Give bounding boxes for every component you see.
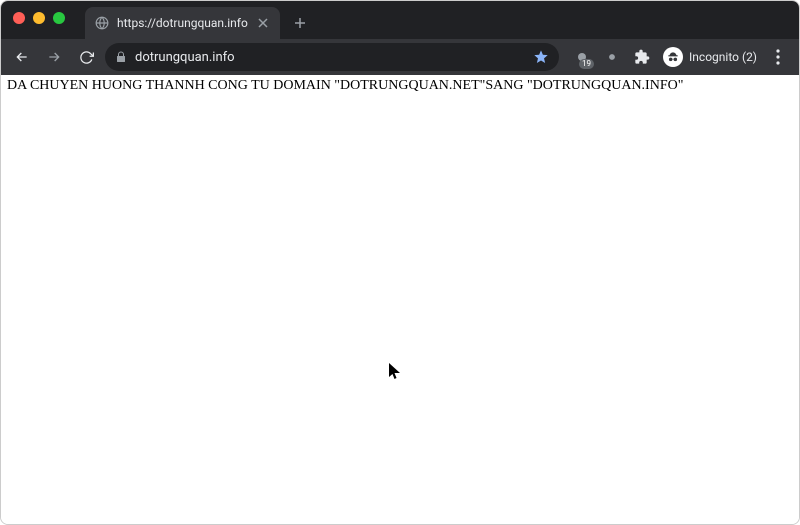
tab-close-button[interactable] [256,16,270,30]
window-minimize-button[interactable] [33,12,45,24]
toolbar-right: 19 Incognito (2) [565,44,791,70]
lock-icon [115,51,127,63]
extension-toggle-icon[interactable] [599,44,625,70]
titlebar: https://dotrungquan.info [1,1,799,39]
back-button[interactable] [9,44,35,70]
tab-strip: https://dotrungquan.info [85,1,320,39]
reload-button[interactable] [73,44,99,70]
bookmark-star-icon[interactable] [533,49,549,65]
url-text: dotrungquan.info [135,50,525,65]
window-close-button[interactable] [13,12,25,24]
forward-button[interactable] [41,44,67,70]
tab-title: https://dotrungquan.info [117,16,248,30]
extension-button[interactable]: 19 [569,44,595,70]
globe-icon [95,16,109,30]
page-content: DA CHUYEN HUONG THANNH CONG TU DOMAIN "D… [1,75,799,524]
window-controls [13,12,65,24]
body-text: DA CHUYEN HUONG THANNH CONG TU DOMAIN "D… [1,75,799,97]
incognito-indicator[interactable]: Incognito (2) [659,47,761,67]
incognito-text: Incognito (2) [689,50,757,64]
new-tab-button[interactable] [286,9,314,37]
browser-tab[interactable]: https://dotrungquan.info [85,7,280,39]
extension-badge: 19 [579,59,594,69]
toolbar: dotrungquan.info 19 Incognito (2) [1,39,799,75]
browser-menu-button[interactable] [765,44,791,70]
address-bar[interactable]: dotrungquan.info [105,43,559,71]
window-maximize-button[interactable] [53,12,65,24]
extensions-puzzle-icon[interactable] [629,44,655,70]
browser-window: https://dotrungquan.info dotrungquan.inf… [0,0,800,525]
incognito-icon [663,47,683,67]
mouse-cursor-icon [389,363,401,385]
